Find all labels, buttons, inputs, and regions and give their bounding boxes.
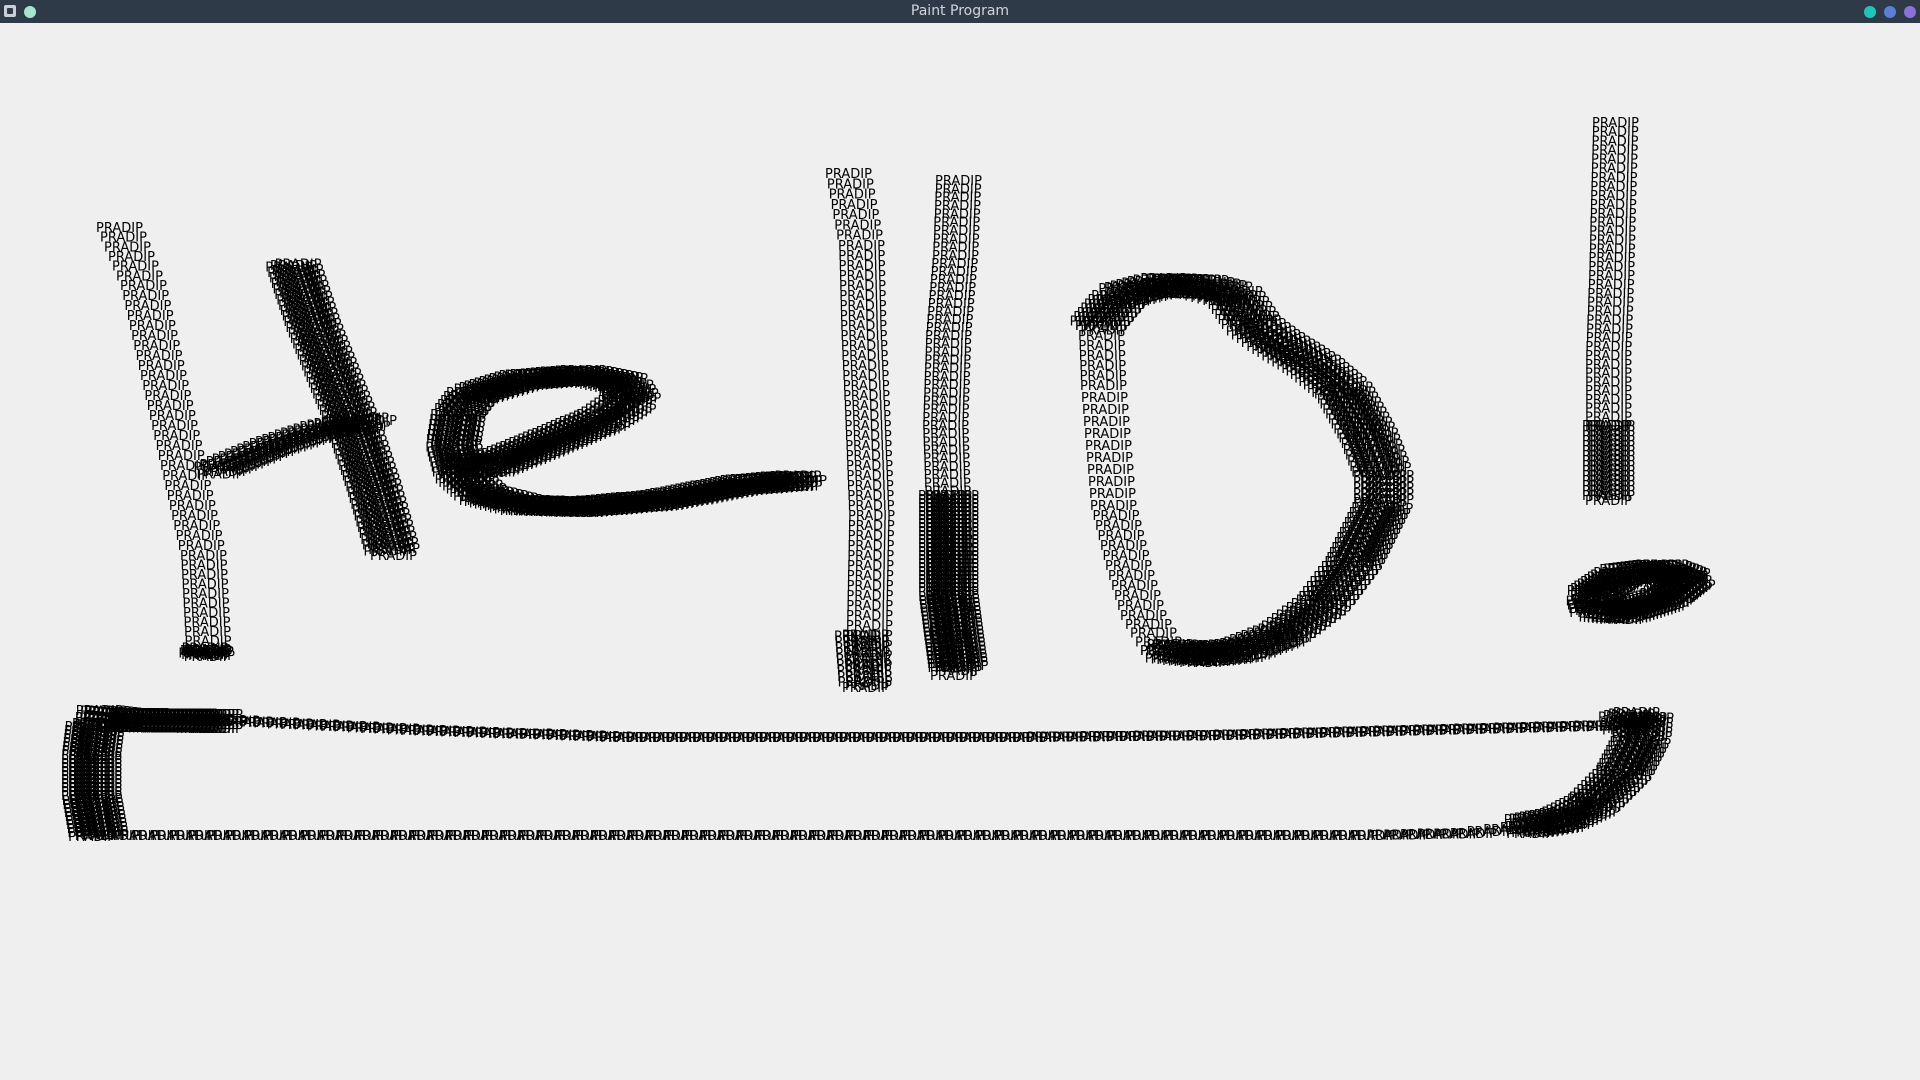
brush-stamp-text: PRADIP [72, 717, 119, 732]
canvas-drawing[interactable]: PRADIP PRADIP PRADIP PRADIP PRADIP PRADIP PRAD… [0, 23, 1920, 1080]
brush-stamp-text: PRADIP [370, 549, 417, 564]
window-title: Paint Program [910, 3, 1010, 19]
maximize-button[interactable] [1884, 6, 1896, 18]
title-bar: Paint Program [0, 0, 1920, 23]
brush-stamp-text: PRADIP [935, 664, 982, 679]
minimize-button[interactable] [1864, 6, 1876, 18]
brush-stamp-text: PRADIP [188, 649, 235, 664]
brush-stamp-text: PRADIP [1570, 589, 1617, 604]
close-button[interactable] [1904, 6, 1916, 18]
brush-stamp-text: PRADIP [200, 715, 247, 730]
brush-stamp-text: PRADIP [1585, 494, 1632, 509]
brush-stamp-text: PRADIP [1075, 319, 1122, 334]
brush-stamp-text: PRADIP [780, 474, 827, 489]
brush-stamp-text: PRADIP [842, 681, 889, 696]
drawing-canvas[interactable]: PRADIP PRADIP PRADIP PRADIP PRADIP PRADIP PRAD… [0, 23, 1920, 1080]
brush-stamp-text: PRADIP [350, 414, 397, 429]
